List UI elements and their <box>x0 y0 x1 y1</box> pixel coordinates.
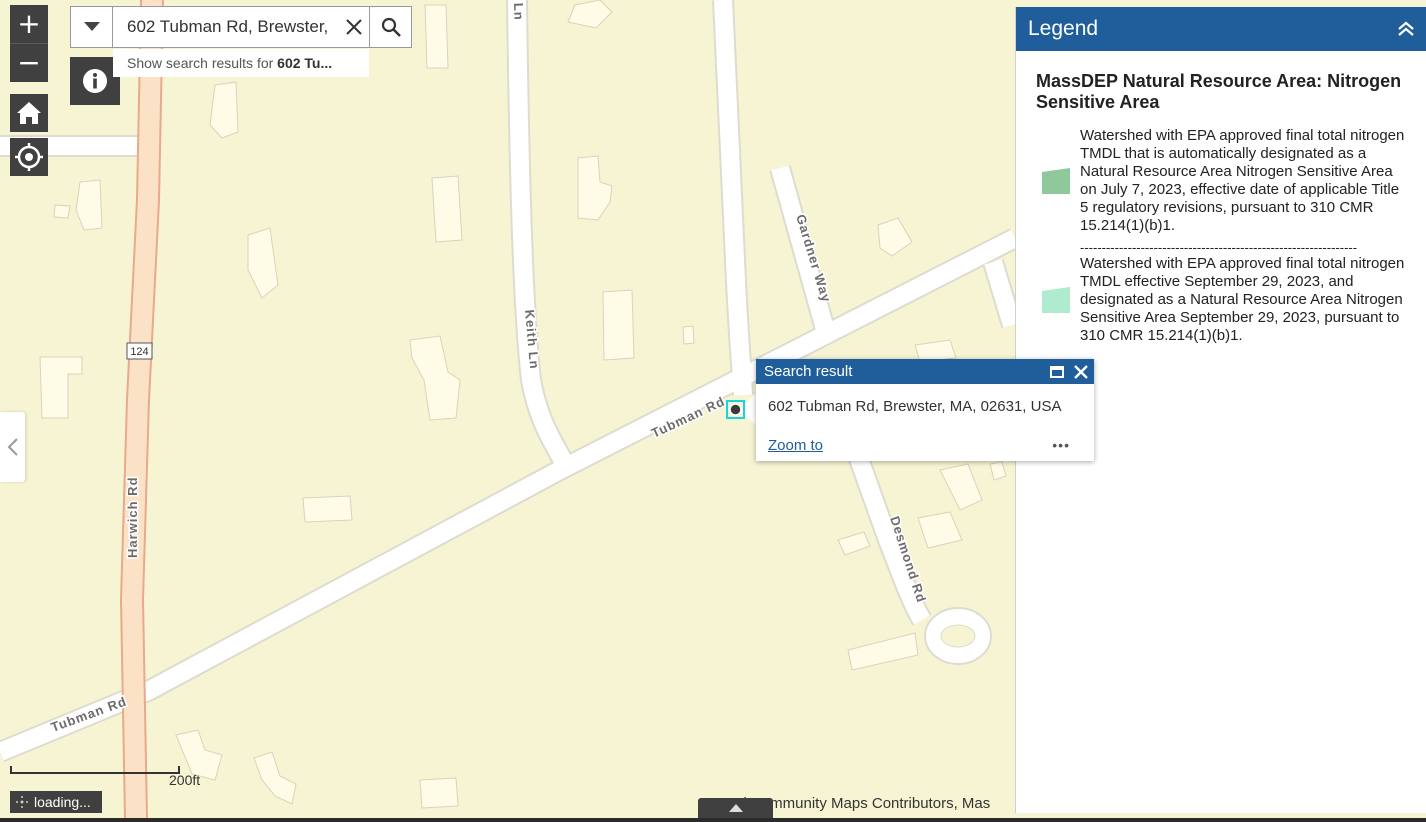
more-options-button[interactable]: ••• <box>1052 437 1070 453</box>
search-button[interactable] <box>369 7 411 47</box>
expand-bottom-panel-button[interactable] <box>698 798 773 818</box>
clear-search-button[interactable] <box>339 7 369 47</box>
popup-title: Search result <box>764 363 853 380</box>
legend-layer-title: MassDEP Natural Resource Area: Nitrogen … <box>1036 71 1402 112</box>
crosshair-icon <box>16 796 28 808</box>
home-button[interactable] <box>10 94 48 132</box>
search-result-popup: Search result 602 Tubman Rd, Brewster, M… <box>756 359 1094 461</box>
caret-down-icon <box>83 22 100 31</box>
legend-item-label: Watershed with EPA approved final total … <box>1080 255 1405 344</box>
loading-indicator: loading... <box>10 791 102 813</box>
scale-label: 200ft <box>169 772 201 788</box>
home-icon <box>17 102 41 124</box>
suggestion-prefix: Show search results for <box>127 55 278 71</box>
zoom-out-button[interactable]: − <box>10 43 48 82</box>
legend-separator: ----------------------------------------… <box>1080 241 1358 255</box>
street-label-keith-top: Ln <box>511 3 527 21</box>
legend-item: Watershed with EPA approved final total … <box>1042 127 1426 235</box>
bottom-border <box>0 818 1426 822</box>
locate-button[interactable] <box>10 138 48 176</box>
info-icon <box>83 69 107 93</box>
zoom-in-button[interactable]: + <box>10 5 48 43</box>
caret-up-icon <box>728 804 743 812</box>
legend-title: Legend <box>1028 17 1099 40</box>
legend-header[interactable]: Legend <box>1016 7 1426 51</box>
collapse-chevrons-icon[interactable] <box>1397 21 1415 37</box>
legend-item-label: Watershed with EPA approved final total … <box>1080 127 1405 234</box>
search-result-marker[interactable] <box>729 403 742 416</box>
loading-label: loading... <box>34 794 91 810</box>
close-icon <box>346 19 362 35</box>
search-widget <box>70 6 412 48</box>
popup-header: Search result <box>756 359 1094 384</box>
minus-icon: − <box>17 46 41 79</box>
route-shield-label: 124 <box>130 346 148 358</box>
search-source-dropdown[interactable] <box>71 7 113 47</box>
chevron-left-icon <box>7 438 18 456</box>
expand-left-panel-button[interactable] <box>0 412 25 482</box>
search-icon <box>381 17 401 37</box>
legend-swatch-1 <box>1042 168 1070 194</box>
legend-item: Watershed with EPA approved final total … <box>1042 255 1426 345</box>
popup-address: 602 Tubman Rd, Brewster, MA, 02631, USA <box>768 398 1062 415</box>
plus-icon: + <box>17 7 41 40</box>
close-icon[interactable] <box>1074 364 1088 379</box>
scale-bar <box>10 766 180 774</box>
suggestion-term: 602 Tu... <box>277 55 333 71</box>
street-label-harwich: Harwich Rd <box>125 476 140 558</box>
zoom-to-link[interactable]: Zoom to <box>768 437 823 454</box>
search-suggestion[interactable]: Show search results for 602 Tu... <box>113 49 369 77</box>
maximize-icon[interactable] <box>1050 365 1064 378</box>
legend-swatch-2 <box>1042 287 1070 313</box>
search-input[interactable] <box>113 7 339 47</box>
locate-icon <box>15 143 43 171</box>
